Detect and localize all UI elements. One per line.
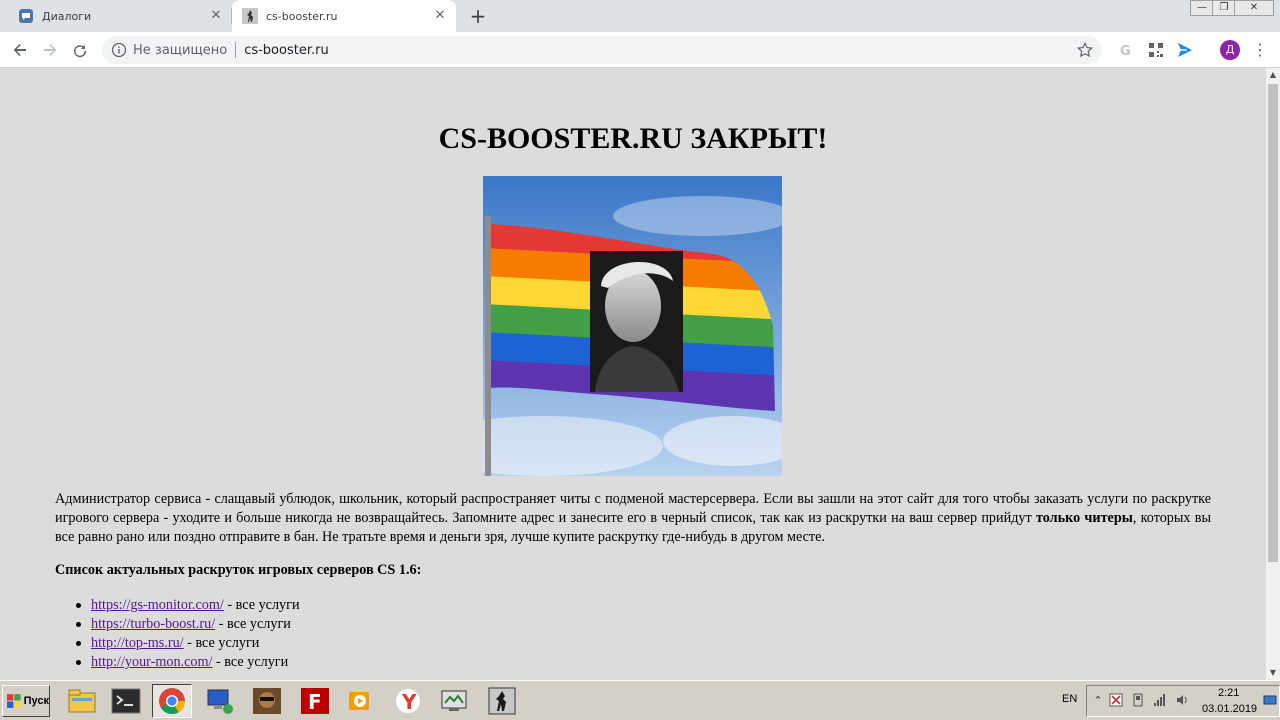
close-tab-icon[interactable]: ✕ xyxy=(432,8,448,24)
send-tab-icon[interactable] xyxy=(1175,40,1195,60)
close-tab-icon[interactable]: ✕ xyxy=(208,8,224,24)
new-tab-button[interactable]: + xyxy=(466,4,490,28)
tab-dialogs[interactable]: Диалоги ✕ xyxy=(8,0,232,32)
media-player-icon[interactable] xyxy=(340,684,380,718)
admin-warning-paragraph: Администратор сервиса - слащавый ублюдок… xyxy=(55,490,1211,547)
link-your-mon[interactable]: http://your-mon.com/ xyxy=(91,654,212,670)
yandex-browser-icon[interactable]: Y xyxy=(388,684,428,718)
reload-button[interactable] xyxy=(68,38,92,62)
address-bar[interactable]: Не защищено cs-booster.ru xyxy=(102,36,1102,64)
link-suffix: - все услуги xyxy=(183,635,260,651)
tray-expand-icon[interactable]: ⌃ xyxy=(1090,693,1106,709)
windows-taskbar: Пуск F Y EN ⌃ 2:21 03.01.2019 xyxy=(0,680,1280,720)
qr-code-icon[interactable] xyxy=(1146,40,1166,60)
clock-time[interactable]: 2:21 xyxy=(1218,687,1239,699)
volume-icon[interactable] xyxy=(1174,693,1190,709)
link-suffix: - все услуги xyxy=(223,597,300,613)
forward-button[interactable] xyxy=(38,38,62,62)
more-menu-icon[interactable]: ⋮ xyxy=(1250,40,1270,60)
scroll-thumb[interactable] xyxy=(1268,84,1278,562)
security-label[interactable]: Не защищено xyxy=(133,43,227,58)
close-window-button[interactable]: ✕ xyxy=(1234,0,1274,16)
list-item: https://turbo-boost.ru/ - все услуги xyxy=(76,615,300,634)
paragraph-emphasis: только читеры xyxy=(1035,510,1133,526)
svg-text:Y: Y xyxy=(401,690,417,714)
page-scrollbar[interactable]: ▲ ▼ xyxy=(1266,68,1280,680)
list-item: http://top-ms.ru/ - все услуги xyxy=(76,634,300,653)
vk-dialogs-icon xyxy=(18,8,34,24)
link-suffix: - все услуги xyxy=(212,654,289,670)
minimize-button[interactable]: — xyxy=(1190,0,1214,16)
link-top-ms[interactable]: http://top-ms.ru/ xyxy=(91,635,184,651)
tab-title: Диалоги xyxy=(42,9,92,23)
windows-logo-icon xyxy=(6,694,21,708)
svg-text:F: F xyxy=(308,690,322,714)
file-explorer-icon[interactable] xyxy=(62,684,102,718)
tab-strip: Диалоги ✕ cs-booster.ru ✕ + — ❐ ✕ xyxy=(0,0,1280,32)
game-avatar-icon[interactable] xyxy=(247,684,287,718)
terminal-icon[interactable] xyxy=(106,684,146,718)
rainbow-flag-portrait-image xyxy=(483,176,782,476)
network-signal-icon[interactable] xyxy=(1152,693,1168,709)
arrow-left-icon xyxy=(13,44,26,56)
booster-link-list: https://gs-monitor.com/ - все услуги htt… xyxy=(76,596,300,672)
security-alert-icon[interactable] xyxy=(1108,693,1124,709)
start-button[interactable]: Пуск xyxy=(2,685,50,717)
link-turbo-boost[interactable]: https://turbo-boost.ru/ xyxy=(91,616,215,632)
scroll-down-icon[interactable]: ▼ xyxy=(1266,666,1280,680)
arrow-right-icon xyxy=(44,44,57,56)
list-item: https://gs-monitor.com/ - все услуги xyxy=(76,596,300,615)
counter-strike-icon[interactable] xyxy=(482,684,522,718)
device-icon[interactable] xyxy=(1130,693,1146,709)
info-icon xyxy=(111,42,127,58)
profile-avatar[interactable]: Д xyxy=(1220,40,1240,60)
language-indicator[interactable]: EN xyxy=(1062,693,1077,705)
clock-date[interactable]: 03.01.2019 xyxy=(1202,703,1257,715)
link-suffix: - все услуги xyxy=(215,616,291,632)
tab-title: cs-booster.ru xyxy=(266,9,338,23)
reload-icon xyxy=(74,45,87,58)
scroll-up-icon[interactable]: ▲ xyxy=(1266,68,1280,82)
page-title: CS-BOOSTER.RU ЗАКРЫТ! xyxy=(438,122,828,155)
list-heading: Список актуальных раскруток игровых серв… xyxy=(55,562,422,578)
monitor-app-icon[interactable] xyxy=(434,684,474,718)
google-translate-icon[interactable]: G xyxy=(1116,40,1136,60)
svg-text:G: G xyxy=(1120,44,1131,58)
restore-button[interactable]: ❐ xyxy=(1212,0,1236,16)
show-desktop-icon[interactable] xyxy=(1262,693,1278,709)
link-gs-monitor[interactable]: https://gs-monitor.com/ xyxy=(91,597,224,613)
page-viewport: CS-BOOSTER.RU ЗАКРЫТ! Администратор серв… xyxy=(0,68,1266,680)
network-computer-icon[interactable] xyxy=(200,684,240,718)
url-text[interactable]: cs-booster.ru xyxy=(244,43,329,58)
browser-toolbar: Не защищено cs-booster.ru G Д ⋮ xyxy=(0,32,1280,68)
start-label: Пуск xyxy=(23,695,49,707)
chrome-icon[interactable] xyxy=(152,684,192,718)
filezilla-icon[interactable]: F xyxy=(295,684,335,718)
tab-cs-booster[interactable]: cs-booster.ru ✕ xyxy=(232,0,456,32)
counter-strike-icon xyxy=(242,8,258,24)
url-divider xyxy=(235,42,237,58)
list-item: http://your-mon.com/ - все услуги xyxy=(76,653,300,672)
back-button[interactable] xyxy=(8,38,32,62)
bookmark-star-icon[interactable] xyxy=(1076,41,1094,59)
